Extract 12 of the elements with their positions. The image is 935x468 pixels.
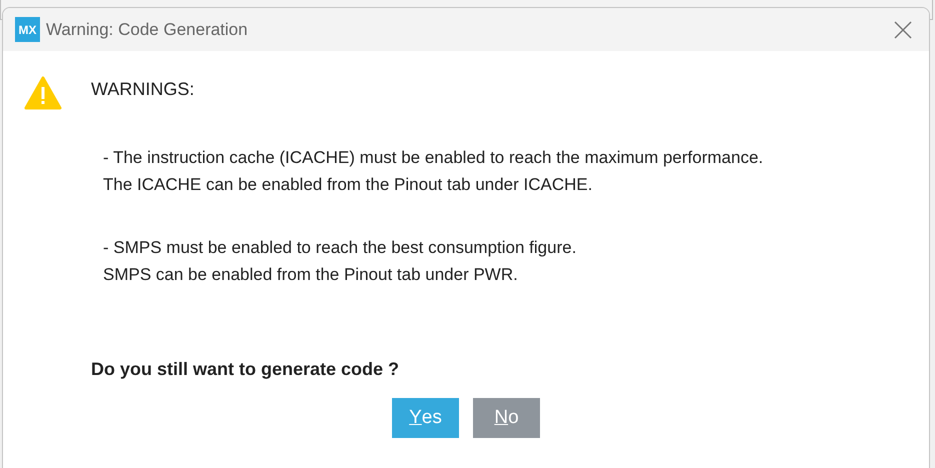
message-line: - The instruction cache (ICACHE) must be enabled to reach the maximum performance. — [103, 147, 764, 168]
question-text: Do you still want to generate code ? — [91, 358, 400, 381]
message-line: - SMPS must be enabled to reach the best consumption figure. — [103, 237, 578, 258]
warning-icon — [24, 76, 62, 110]
no-button[interactable]: No — [473, 398, 540, 438]
window-title: Warning: Code Generation — [46, 18, 248, 41]
close-icon — [894, 20, 912, 38]
warnings-heading: WARNINGS: — [91, 78, 194, 101]
message-line: The ICACHE can be enabled from the Pinout tab under ICACHE. — [103, 174, 594, 195]
message-line: SMPS can be enabled from the Pinout tab under PWR. — [103, 264, 519, 285]
yes-button[interactable]: Yes — [392, 398, 459, 438]
app-logo-icon: MX — [15, 17, 40, 42]
